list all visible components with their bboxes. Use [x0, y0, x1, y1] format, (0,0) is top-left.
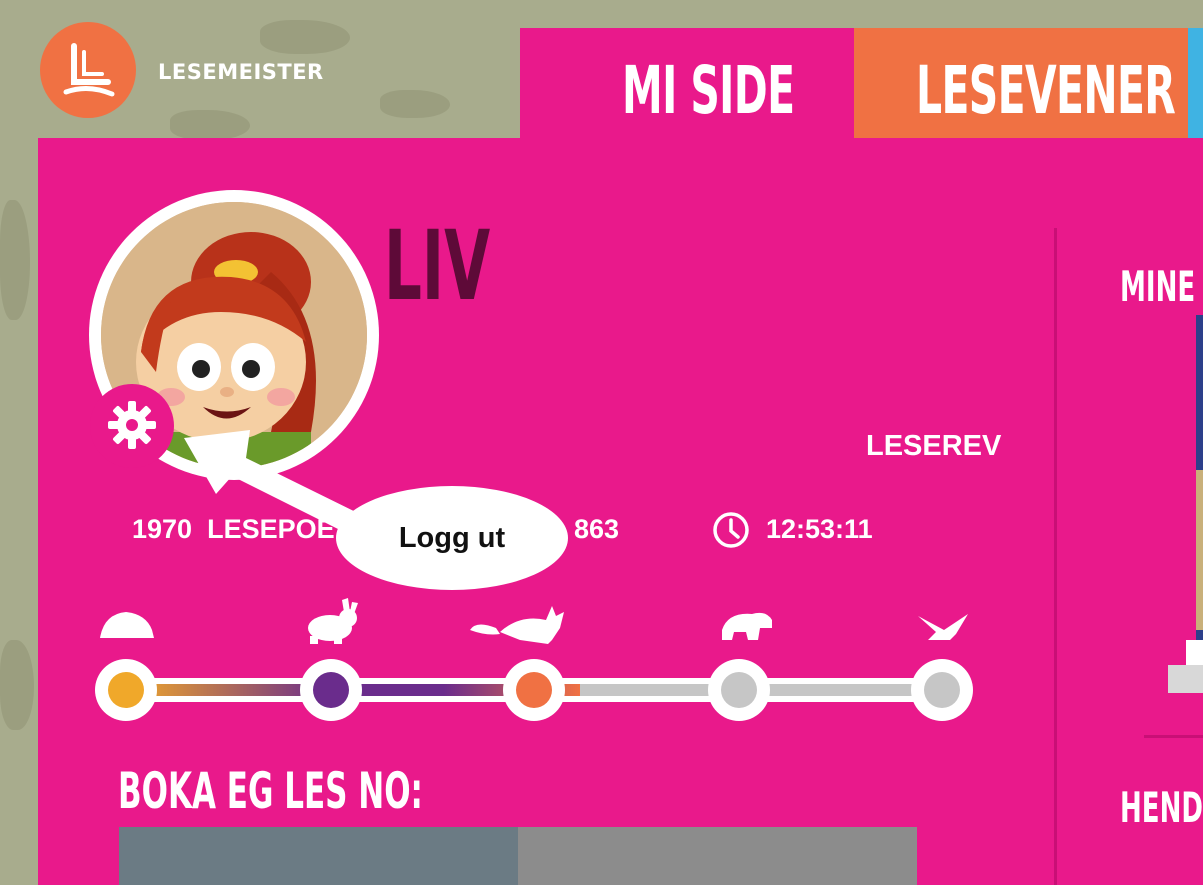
book-cover-detail [1196, 470, 1203, 630]
rabbit-icon [308, 598, 358, 644]
level-node [300, 659, 362, 721]
events-title: HENDIN [1120, 783, 1203, 832]
current-book-title: BOKA EG LES NO: [118, 762, 423, 820]
book-card-right [518, 827, 917, 885]
level-node [911, 659, 973, 721]
book-stand [1168, 665, 1203, 693]
level-node [708, 659, 770, 721]
level-node [503, 659, 565, 721]
fox-icon [470, 606, 564, 644]
bear-icon [722, 612, 772, 640]
bird-icon [918, 614, 968, 640]
level-node [95, 659, 157, 721]
book-stand-top [1186, 640, 1203, 665]
reading-progress-track [95, 598, 973, 721]
current-book-card[interactable] [119, 827, 917, 885]
hedgehog-icon [100, 612, 154, 638]
my-books-title: MINE B [1120, 262, 1203, 311]
